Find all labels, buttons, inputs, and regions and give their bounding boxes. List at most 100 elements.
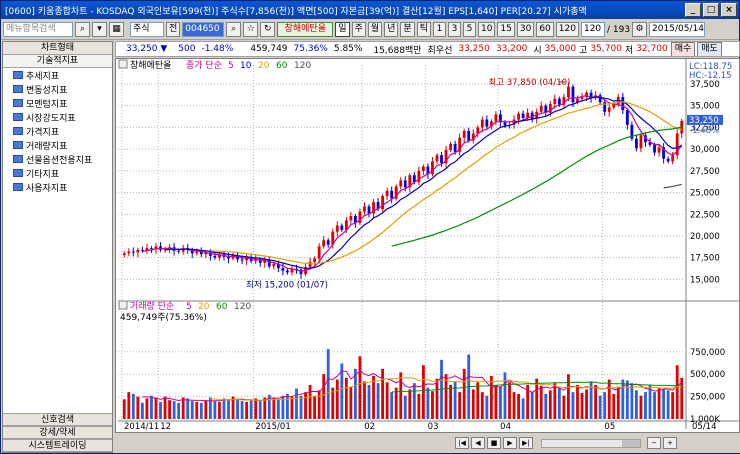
volume-ratio: 75.36%	[293, 44, 328, 54]
sidebar-bull-bear[interactable]: 강세/약세	[3, 426, 112, 439]
volume-legend-period: 20	[198, 302, 210, 312]
sidebar-item[interactable]: 거래량지표	[3, 138, 112, 152]
volume-bar	[263, 397, 267, 419]
candle-body	[127, 251, 131, 254]
sidebar-item[interactable]: 추세지표	[3, 68, 112, 82]
chart-scrollbar[interactable]	[541, 438, 641, 448]
volume-bar	[172, 401, 176, 419]
nav-prev-icon[interactable]: ◀	[471, 437, 485, 449]
interval-3[interactable]: 3	[447, 22, 461, 37]
x-tick-label: 12	[160, 422, 171, 432]
period-year-button[interactable]: 년	[384, 22, 399, 37]
interval-60[interactable]: 60	[536, 22, 554, 37]
period-tick-button[interactable]: 틱	[416, 22, 431, 37]
period-week-button[interactable]: 주	[351, 22, 366, 37]
scrollbar-thumb[interactable]	[622, 439, 640, 447]
candle-body	[539, 105, 543, 112]
turnover: 5.85%	[333, 44, 363, 54]
price-volume-chart[interactable]: 최고 37,850 (04/10) 최저 15,200 (01/07) 37,50…	[116, 59, 739, 432]
count-total: / 193	[606, 24, 631, 35]
sidebar-item[interactable]: 사용자지표	[3, 180, 112, 194]
candle-body	[326, 240, 330, 245]
sidebar-signal-search[interactable]: 신호검색	[3, 413, 112, 426]
candle-body	[150, 248, 153, 250]
high-label: 고	[579, 45, 588, 56]
volume-bar	[159, 401, 162, 419]
candle-body	[503, 122, 507, 126]
volume-bar	[363, 381, 366, 419]
interval-1[interactable]: 1	[432, 22, 446, 37]
code-label: 전	[166, 22, 181, 37]
volume-bar	[317, 390, 321, 419]
candle-body	[485, 119, 489, 127]
legend-ma-label: 종가 단순	[186, 60, 222, 71]
volume-bar	[399, 372, 403, 419]
folder-icon	[13, 141, 23, 149]
stock-code-input[interactable]: 004650	[182, 22, 225, 37]
candle-body	[494, 114, 498, 122]
chart-area[interactable]: 최고 37,850 (04/10) 최저 15,200 (01/07) 37,50…	[115, 58, 740, 433]
grid-icon[interactable]: ▦	[109, 22, 124, 37]
count-input[interactable]: 120	[580, 22, 605, 37]
sidebar-item[interactable]: 모멘텀지표	[3, 96, 112, 110]
candle-body	[567, 86, 570, 98]
volume-bar	[553, 383, 557, 419]
type-select[interactable]: 주식	[130, 22, 164, 37]
sidebar-item[interactable]: 선물옵션전용지표	[3, 152, 112, 166]
volume-bar	[295, 388, 298, 419]
interval-30[interactable]: 30	[516, 22, 535, 37]
interval-5[interactable]: 5	[462, 22, 476, 37]
sidebar-tab-chart-type[interactable]: 차트형태	[3, 42, 112, 55]
volume-bar	[412, 383, 416, 419]
zoom-in-icon[interactable]: +	[663, 437, 677, 449]
sidebar-section-indicators[interactable]: 기술적지표	[3, 55, 112, 68]
star-icon[interactable]: ☆	[243, 22, 259, 37]
high-price: 35,700	[590, 44, 622, 54]
folder-icon	[13, 85, 23, 93]
volume-bar	[349, 386, 353, 419]
sidebar-item[interactable]: 변동성지표	[3, 82, 112, 96]
sidebar-item[interactable]: 시장강도지표	[3, 110, 112, 124]
candle-body	[313, 258, 317, 263]
sidebar-item[interactable]: 기타지표	[3, 166, 112, 180]
restore-icon[interactable]: □	[703, 3, 719, 17]
legend-box-icon	[118, 300, 128, 310]
volume-bar	[580, 393, 584, 419]
period-day-button[interactable]: 일	[335, 22, 350, 37]
search-icon[interactable]: ⌕	[75, 22, 90, 37]
sidebar-item[interactable]: 가격지표	[3, 124, 112, 138]
menu-search-input[interactable]: 메뉴항목검색	[3, 22, 73, 37]
sell-button[interactable]: 매도	[697, 42, 722, 56]
candle-body	[281, 268, 285, 271]
nav-stop-icon[interactable]: ■	[487, 437, 501, 449]
settings-icon[interactable]: ⚙	[632, 22, 648, 37]
volume-bar	[326, 349, 330, 419]
folder-icon	[13, 183, 23, 191]
nav-last-icon[interactable]: ▶|	[519, 437, 533, 449]
buy-button[interactable]: 매수	[670, 42, 696, 56]
x-tick-label: 2014/11	[124, 422, 159, 432]
volume-legend-label: 거래량 단순	[130, 300, 174, 312]
interval-120[interactable]: 120	[555, 22, 579, 37]
volume-bar	[548, 390, 552, 419]
stock-name-badge[interactable]: 창해에탄올	[277, 22, 334, 37]
nav-first-icon[interactable]: |◀	[455, 437, 469, 449]
date-input[interactable]: 2015/05/14	[649, 22, 706, 37]
volume-bar	[530, 392, 534, 419]
dropdown-icon[interactable]: ▾	[92, 22, 107, 37]
zoom-out-icon[interactable]: −	[647, 437, 661, 449]
magnifier-icon[interactable]: ⌕	[226, 22, 242, 37]
refresh-icon[interactable]: ↻	[260, 22, 276, 37]
period-month-button[interactable]: 월	[367, 22, 383, 37]
period-minute-button[interactable]: 분	[400, 22, 415, 37]
current-price: 33,250 ▼	[126, 44, 168, 54]
volume-bar	[598, 395, 602, 419]
interval-10[interactable]: 10	[477, 22, 496, 37]
volume-panel	[122, 349, 684, 419]
close-icon[interactable]: ×	[721, 3, 737, 17]
nav-next-icon[interactable]: ▶	[503, 437, 517, 449]
interval-15[interactable]: 15	[497, 22, 515, 37]
sidebar-system-trading[interactable]: 시스템트레이딩	[3, 439, 112, 452]
minimize-icon[interactable]: _	[685, 3, 701, 17]
volume-bar	[562, 395, 566, 419]
